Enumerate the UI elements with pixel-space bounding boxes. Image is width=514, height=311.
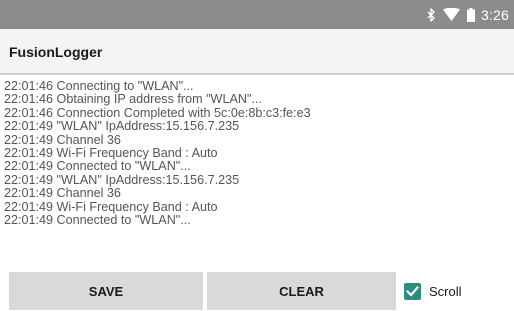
- log-line: 22:01:49 "WLAN" IpAddress:15.156.7.235: [4, 172, 240, 187]
- battery-icon: [466, 7, 475, 22]
- log-line: 22:01:49 Channel 36: [4, 132, 121, 147]
- status-time: 3:26: [480, 6, 509, 23]
- app-bar: FusionLogger: [0, 29, 514, 75]
- bluetooth-icon: [427, 7, 436, 22]
- log-line: 22:01:49 Wi-Fi Frequency Band : Auto: [4, 199, 218, 214]
- wifi-icon: [442, 8, 460, 21]
- log-output[interactable]: 22:01:46 Connecting to "WLAN"... 22:01:4…: [4, 80, 510, 260]
- log-line: 22:01:46 Obtaining IP address from "WLAN…: [4, 92, 262, 107]
- log-line: 22:01:49 "WLAN" IpAddress:15.156.7.235: [4, 119, 240, 134]
- app-title: FusionLogger: [9, 44, 103, 60]
- scroll-checkbox[interactable]: [404, 282, 421, 300]
- scroll-label: Scroll: [429, 283, 462, 299]
- clear-button[interactable]: CLEAR: [207, 272, 396, 310]
- log-line: 22:01:49 Connected to "WLAN"...: [4, 159, 191, 174]
- log-line: 22:01:49 Channel 36: [4, 186, 121, 201]
- status-bar: 3:26: [0, 0, 514, 29]
- log-line: 22:01:46 Connection Completed with 5c:0e…: [4, 105, 311, 120]
- log-line: 22:01:49 Wi-Fi Frequency Band : Auto: [4, 146, 218, 161]
- log-line: 22:01:49 Connected to "WLAN"...: [4, 213, 191, 228]
- checkmark-icon: [406, 285, 419, 297]
- log-line: 22:01:46 Connecting to "WLAN"...: [4, 80, 194, 93]
- scroll-toggle[interactable]: Scroll: [404, 279, 462, 303]
- save-button[interactable]: SAVE: [9, 272, 203, 310]
